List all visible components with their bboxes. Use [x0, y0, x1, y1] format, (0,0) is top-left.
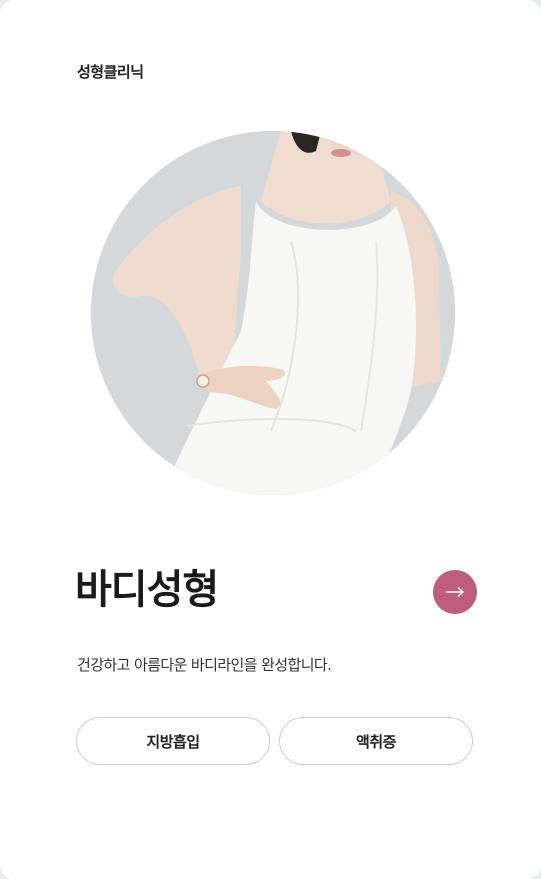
osmidrosis-button[interactable]: 액취증 [279, 717, 473, 765]
hero-image [91, 131, 455, 495]
category-label: 성형클리닉 [77, 63, 144, 81]
section-title: 바디성형 [75, 566, 219, 613]
section-description: 건강하고 아름다운 바디라인을 완성합니다. [77, 656, 332, 674]
arrow-right-icon [446, 586, 465, 598]
go-button[interactable] [433, 570, 477, 614]
clinic-card: 성형클리닉 바디성형 건강하고 아름다운 바디라인을 완성합니다. 지방흡입 액… [0, 0, 541, 879]
liposuction-button[interactable]: 지방흡입 [76, 717, 270, 765]
model-illustration [91, 131, 455, 495]
